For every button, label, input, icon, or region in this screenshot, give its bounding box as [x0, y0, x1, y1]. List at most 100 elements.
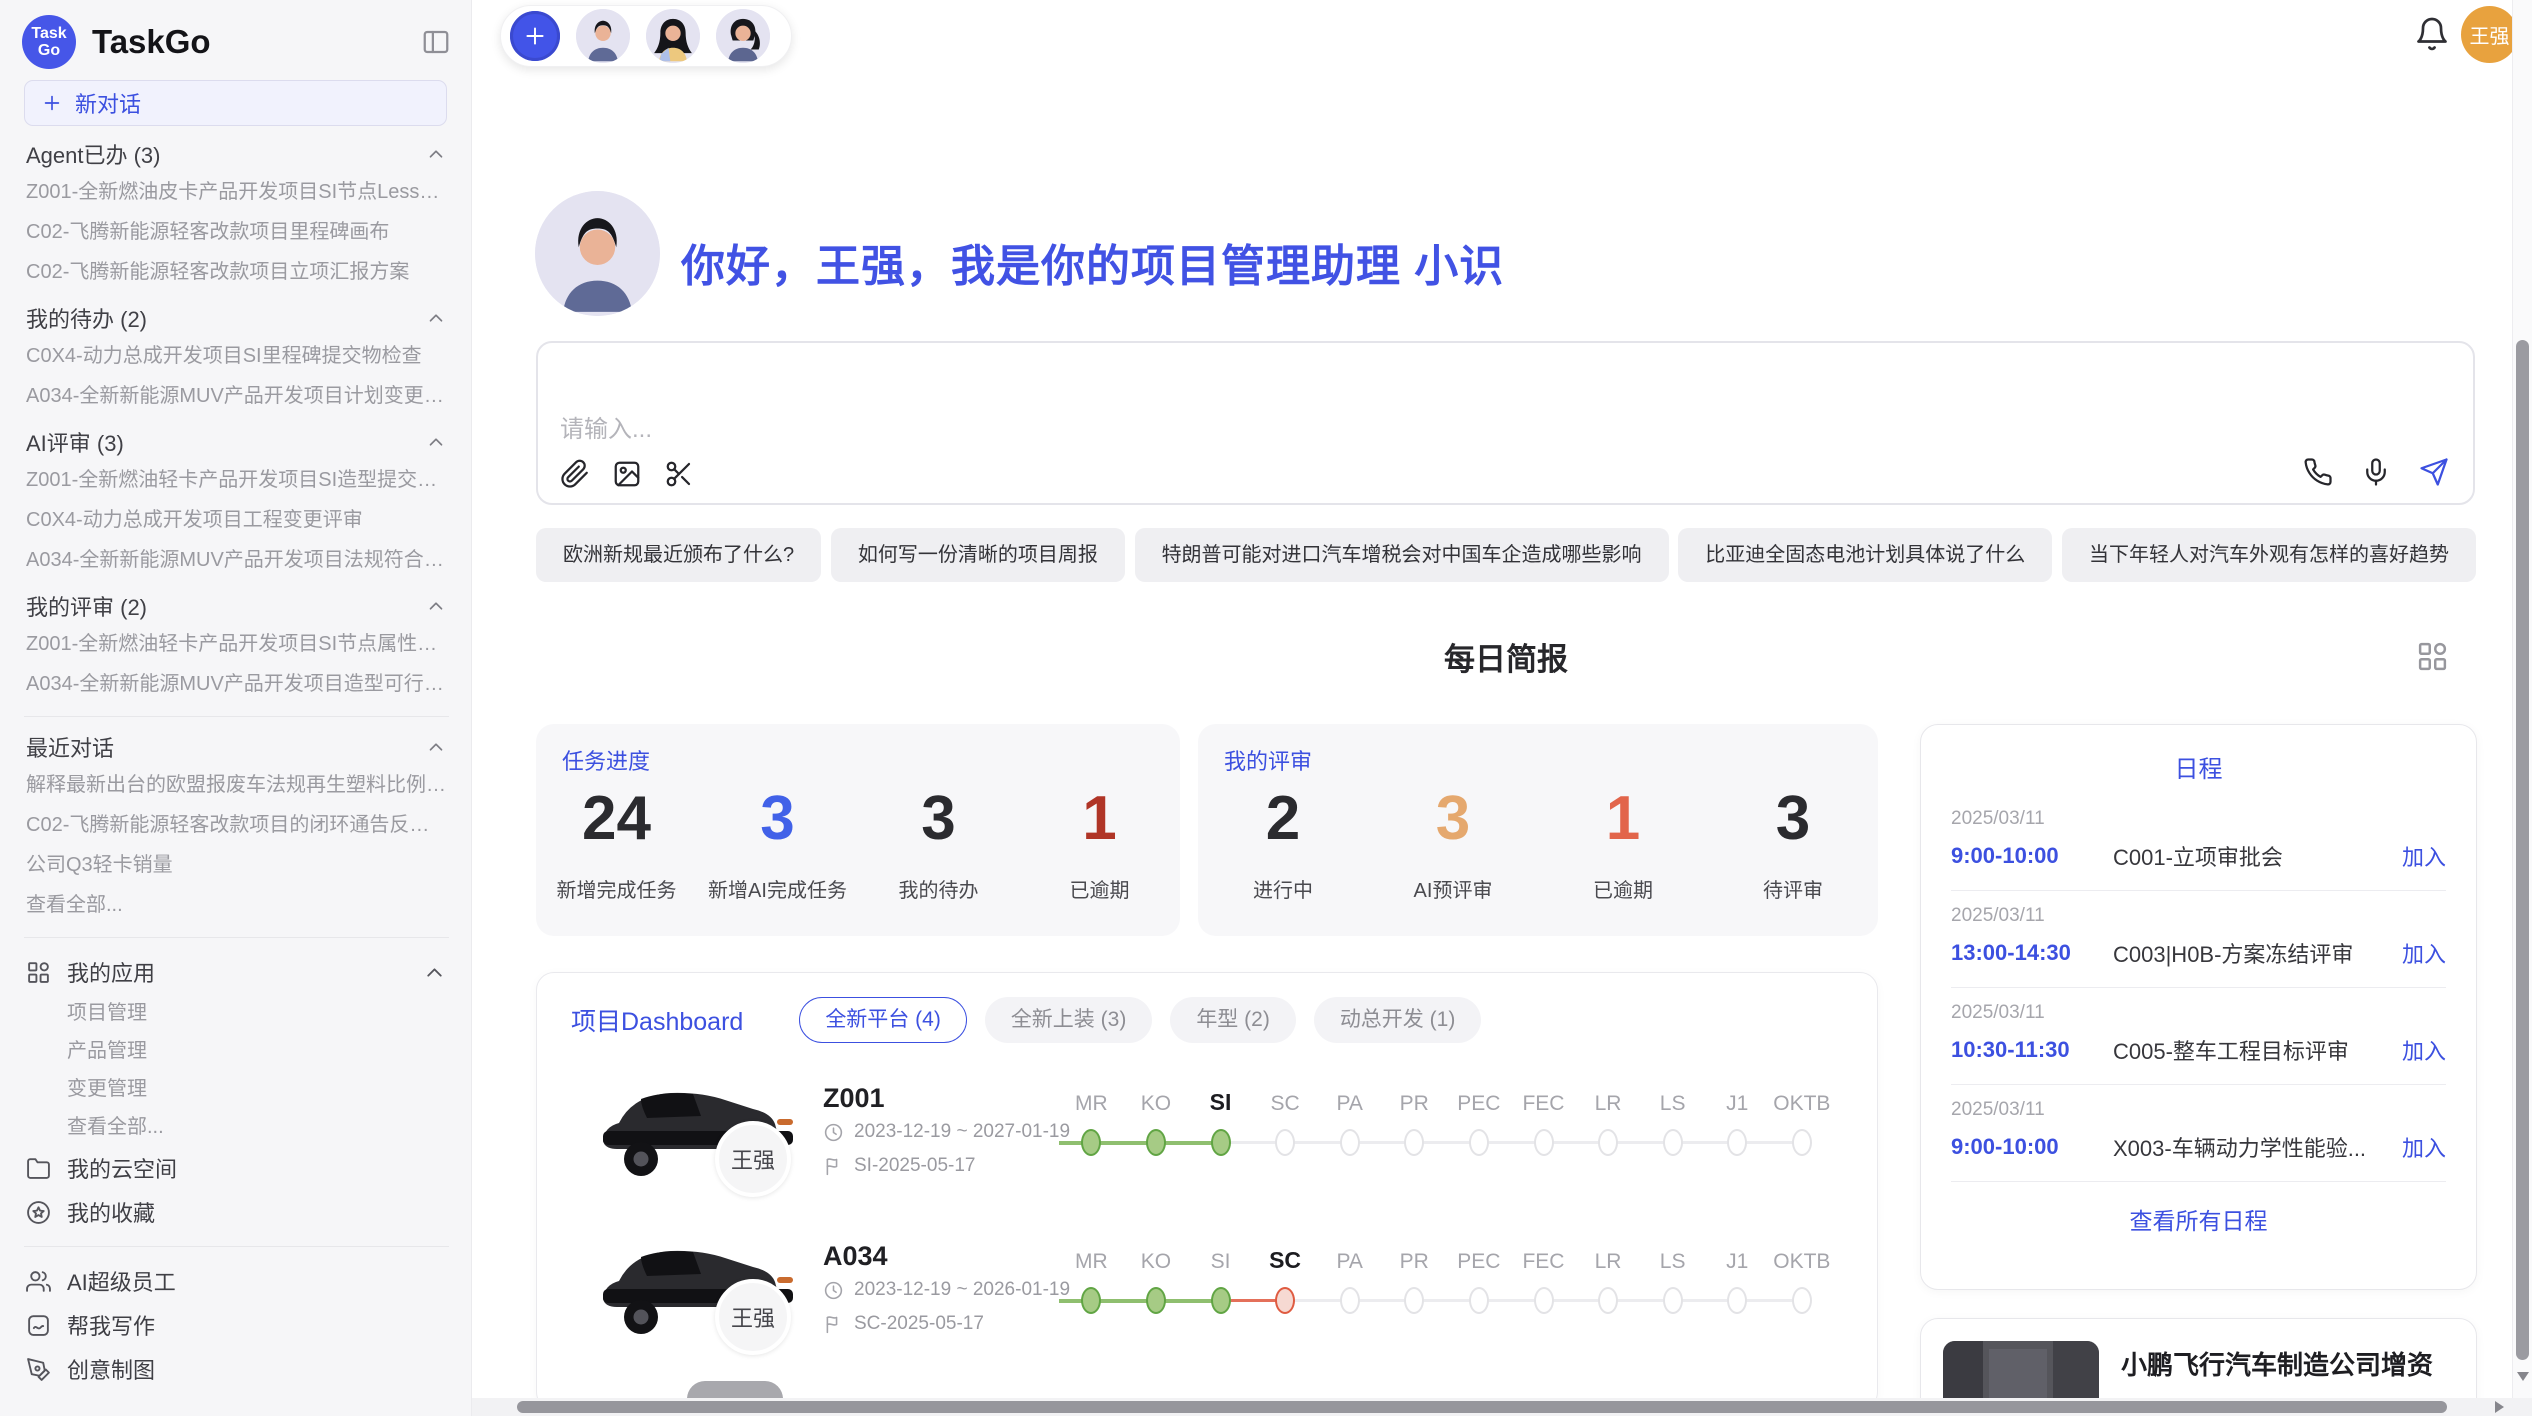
task-item[interactable]: A034-全新新能源MUV产品开发项目法规符合性评审 [26, 540, 447, 580]
chevron-up-icon[interactable] [425, 736, 447, 758]
dashboard-tab[interactable]: 动总开发 (1) [1314, 997, 1482, 1043]
task-item[interactable]: C0X4-动力总成开发项目工程变更评审 [26, 500, 447, 540]
project-row[interactable]: 王强 Z001 2023-12-19 ~ 2027-01-19 SI-2025-… [537, 1059, 1877, 1217]
task-item[interactable]: Z001-全新燃油轻卡产品开发项目SI节点属性5D文件评审 [26, 624, 447, 664]
suggestion-chip[interactable]: 特朗普可能对进口汽车增税会对中国车企造成哪些影响 [1135, 528, 1669, 582]
layout-grid-icon[interactable] [2416, 640, 2449, 673]
join-button[interactable]: 加入 [2402, 1034, 2446, 1066]
scroll-right-arrow-icon[interactable] [2495, 1401, 2504, 1413]
chevron-up-icon[interactable] [422, 960, 447, 985]
dashboard-tab[interactable]: 全新平台 (4) [799, 997, 967, 1043]
milestone-dot[interactable] [1146, 1287, 1166, 1314]
task-item[interactable]: Z001-全新燃油皮卡产品开发项目SI节点Lesson Learn报告 [26, 172, 447, 212]
section-header[interactable]: 我的待办 (2) [26, 300, 447, 336]
horizontal-scrollbar-thumb[interactable] [517, 1401, 2447, 1413]
user-avatar[interactable]: 王强 [2461, 6, 2518, 63]
milestone-dot[interactable] [1404, 1287, 1424, 1314]
task-item[interactable]: A034-全新新能源MUV产品开发项目计划变更表编写 [26, 376, 447, 416]
new-chat-button[interactable]: 新对话 [24, 80, 447, 126]
milestone-dot[interactable] [1792, 1129, 1812, 1156]
sidebar-item-creative-draw[interactable]: 创意制图 [26, 1347, 447, 1391]
message-composer[interactable]: 请输入... [536, 341, 2475, 505]
milestone-dot[interactable] [1598, 1129, 1618, 1156]
milestone-dot[interactable] [1663, 1287, 1683, 1314]
recent-conversation-item[interactable]: C02-飞腾新能源轻客改款项目的闭环通告反馈情况 [26, 805, 447, 845]
suggestion-chip[interactable]: 如何写一份清晰的项目周报 [831, 528, 1125, 582]
vertical-scrollbar[interactable] [2512, 0, 2532, 1398]
sidebar-item-help-write[interactable]: 帮我写作 [26, 1303, 447, 1347]
app-item[interactable]: 项目管理 [26, 994, 447, 1032]
app-item[interactable]: 变更管理 [26, 1070, 447, 1108]
dashboard-tabs: 全新平台 (4) 全新上装 (3) 年型 (2) 动总开发 (1) [799, 997, 1499, 1043]
scroll-down-arrow-icon[interactable] [2517, 1372, 2529, 1381]
milestone-dot[interactable] [1598, 1287, 1618, 1314]
section-header[interactable]: Agent已办 (3) [26, 136, 447, 172]
section-header[interactable]: 最近对话 [26, 729, 447, 765]
member-avatar-3[interactable] [716, 9, 770, 63]
horizontal-scrollbar[interactable] [472, 1398, 2512, 1416]
suggestion-chip[interactable]: 当下年轻人对汽车外观有怎样的喜好趋势 [2062, 528, 2476, 582]
sidebar-item-label: 我的应用 [67, 956, 406, 988]
chevron-up-icon[interactable] [425, 143, 447, 165]
dashboard-tab[interactable]: 全新上装 (3) [985, 997, 1153, 1043]
task-item[interactable]: C0X4-动力总成开发项目SI里程碑提交物检查 [26, 336, 447, 376]
milestone-dot[interactable] [1211, 1287, 1231, 1314]
member-avatar-1[interactable] [576, 9, 630, 63]
task-item[interactable]: C02-飞腾新能源轻客改款项目里程碑画布 [26, 212, 447, 252]
milestone-dot[interactable] [1469, 1129, 1489, 1156]
milestone-dot[interactable] [1340, 1287, 1360, 1314]
mic-icon[interactable] [2361, 457, 2391, 487]
milestone-dot[interactable] [1469, 1287, 1489, 1314]
chevron-up-icon[interactable] [425, 307, 447, 329]
chevron-up-icon[interactable] [425, 431, 447, 453]
milestone-dot[interactable] [1404, 1129, 1424, 1156]
suggestion-chip[interactable]: 比亚迪全固态电池计划具体说了什么 [1678, 528, 2052, 582]
section-header[interactable]: AI评审 (3) [26, 424, 447, 460]
vertical-scrollbar-thumb[interactable] [2516, 340, 2529, 1360]
join-button[interactable]: 加入 [2402, 1131, 2446, 1163]
sidebar-item-my-apps[interactable]: 我的应用 [26, 950, 447, 994]
milestone-dot[interactable] [1211, 1129, 1231, 1156]
collapse-sidebar-icon[interactable] [421, 27, 451, 57]
member-avatar-2[interactable] [646, 9, 700, 63]
view-all-apps-link[interactable]: 查看全部... [26, 1108, 447, 1146]
project-row[interactable]: 王强 A034 2023-12-19 ~ 2026-01-19 SC-2025-… [537, 1217, 1877, 1375]
scissors-icon[interactable] [664, 459, 694, 489]
dashboard-tab[interactable]: 年型 (2) [1170, 997, 1296, 1043]
join-button[interactable]: 加入 [2402, 937, 2446, 969]
milestone-dot[interactable] [1146, 1129, 1166, 1156]
paperclip-icon[interactable] [560, 459, 590, 489]
milestone-dot[interactable] [1534, 1129, 1554, 1156]
milestone-dot[interactable] [1792, 1287, 1812, 1314]
bell-icon[interactable] [2414, 16, 2450, 52]
task-item[interactable]: C02-飞腾新能源轻客改款项目立项汇报方案 [26, 252, 447, 292]
view-all-conversations-link[interactable]: 查看全部... [26, 885, 447, 925]
sidebar-item-favorites[interactable]: 我的收藏 [26, 1190, 447, 1234]
milestone-dot[interactable] [1727, 1129, 1747, 1156]
milestone-dot[interactable] [1275, 1129, 1295, 1156]
recent-conversation-item[interactable]: 解释最新出台的欧盟报废车法规再生塑料比例被调至15%... [26, 765, 447, 805]
milestone-dot[interactable] [1081, 1287, 1101, 1314]
suggestion-chip[interactable]: 欧洲新规最近颁布了什么? [536, 528, 821, 582]
section-header[interactable]: 我的评审 (2) [26, 588, 447, 624]
task-item[interactable]: Z001-全新燃油轻卡产品开发项目SI造型提交物评审 [26, 460, 447, 500]
image-icon[interactable] [612, 459, 642, 489]
recent-conversation-item[interactable]: 公司Q3轻卡销量 [26, 845, 447, 885]
stat-cell: 3AI预评审 [1368, 782, 1538, 903]
join-button[interactable]: 加入 [2402, 840, 2446, 872]
phone-icon[interactable] [2303, 457, 2333, 487]
milestone-dot[interactable] [1727, 1287, 1747, 1314]
add-member-button[interactable] [510, 11, 560, 61]
send-icon[interactable] [2419, 457, 2449, 487]
milestone-dot[interactable] [1534, 1287, 1554, 1314]
task-item[interactable]: A034-全新新能源MUV产品开发项目造型可行性评审 [26, 664, 447, 704]
milestone-dot[interactable] [1340, 1129, 1360, 1156]
chevron-up-icon[interactable] [425, 595, 447, 617]
milestone-dot[interactable] [1275, 1287, 1295, 1314]
milestone-dot[interactable] [1081, 1129, 1101, 1156]
sidebar-item-cloud[interactable]: 我的云空间 [26, 1146, 447, 1190]
sidebar-item-ai-staff[interactable]: AI超级员工 [26, 1259, 447, 1303]
milestone-dot[interactable] [1663, 1129, 1683, 1156]
app-item[interactable]: 产品管理 [26, 1032, 447, 1070]
view-all-schedule-link[interactable]: 查看所有日程 [1951, 1182, 2446, 1256]
